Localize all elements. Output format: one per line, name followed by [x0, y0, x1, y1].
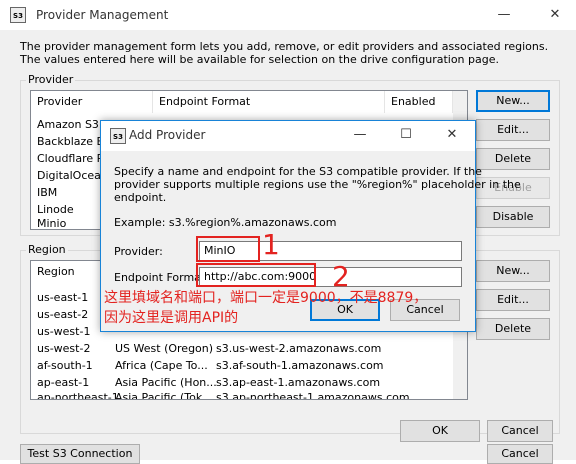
- dialog-minimize-icon[interactable]: —: [345, 124, 375, 146]
- provider-delete-button[interactable]: Delete: [476, 148, 550, 170]
- annotation-box-provider: [196, 236, 260, 262]
- main-title-bar: S3 Provider Management — ✕: [0, 0, 576, 30]
- region-endpoint: s3.us-west-2.amazonaws.com: [216, 342, 382, 355]
- provider-column-header[interactable]: Provider: [31, 91, 153, 113]
- region-name: Africa (Cape To...: [115, 359, 208, 372]
- region-endpoint: s3.af-south-1.amazonaws.com: [216, 359, 384, 372]
- annotation-text-line-1: 这里填域名和端口，端口一定是9000，不是8879，: [104, 290, 428, 306]
- endpoint-column-header[interactable]: Endpoint Format: [153, 91, 385, 113]
- dialog-title-bar: S3 Add Provider — ☐ ✕: [101, 121, 475, 151]
- provider-row[interactable]: DigitalOcean: [37, 167, 108, 184]
- description-line-2: The values entered here will be availabl…: [20, 53, 499, 66]
- region-edit-button[interactable]: Edit...: [476, 289, 550, 311]
- dialog-close-icon[interactable]: ✕: [437, 124, 467, 146]
- description-line-1: The provider management form lets you ad…: [20, 40, 549, 53]
- dialog-description-1: Specify a name and endpoint for the S3 c…: [114, 165, 482, 178]
- enabled-column-header[interactable]: Enabled: [385, 91, 453, 113]
- dialog-description-2: provider supports multiple regions use t…: [114, 178, 521, 191]
- region-new-button[interactable]: New...: [476, 260, 550, 282]
- provider-new-button[interactable]: New...: [476, 90, 550, 112]
- annotation-number-1: 1: [262, 228, 280, 261]
- provider-row[interactable]: Minio: [37, 215, 66, 229]
- region-name: US West (Oregon): [115, 342, 214, 355]
- region-column-header[interactable]: Region: [31, 261, 109, 283]
- dialog-example: Example: s3.%region%.amazonaws.com: [114, 216, 337, 229]
- annotation-text-line-2: 因为这里是调用API的: [104, 310, 239, 326]
- provider-row[interactable]: IBM: [37, 184, 57, 201]
- provider-row[interactable]: Amazon S3: [37, 116, 99, 133]
- minimize-icon[interactable]: —: [489, 4, 519, 26]
- provider-disable-button[interactable]: Disable: [476, 206, 550, 228]
- region-group-label: Region: [26, 243, 68, 256]
- provider-field-label: Provider:: [114, 245, 163, 258]
- region-endpoint: s3.ap-northeast-1.amazonaws.com: [216, 391, 410, 400]
- provider-group-label: Provider: [26, 73, 76, 86]
- region-delete-button[interactable]: Delete: [476, 318, 550, 340]
- window-title: Provider Management: [36, 8, 169, 22]
- region-row[interactable]: ap-northeast-1: [37, 389, 119, 399]
- dialog-description-3: endpoint.: [114, 191, 167, 204]
- annotation-box-endpoint: [196, 263, 316, 287]
- main-cancel-button[interactable]: Cancel: [487, 420, 553, 442]
- close-icon[interactable]: ✕: [540, 4, 570, 26]
- region-row[interactable]: us-east-1: [37, 289, 88, 306]
- app-icon: S3: [10, 7, 26, 23]
- region-row[interactable]: us-west-2: [37, 340, 90, 357]
- provider-edit-button[interactable]: Edit...: [476, 119, 550, 141]
- region-row[interactable]: us-east-2: [37, 306, 88, 323]
- region-row[interactable]: af-south-1: [37, 357, 93, 374]
- secondary-cancel-button[interactable]: Cancel: [487, 444, 553, 464]
- main-ok-button[interactable]: OK: [400, 420, 480, 442]
- test-connection-button[interactable]: Test S3 Connection: [20, 444, 140, 464]
- dialog-app-icon: S3: [110, 128, 126, 144]
- region-row[interactable]: us-west-1: [37, 323, 90, 340]
- dialog-maximize-icon[interactable]: ☐: [391, 124, 421, 146]
- endpoint-field-label: Endpoint Format:: [114, 271, 209, 284]
- dialog-title: Add Provider: [129, 128, 206, 142]
- region-name: Asia Pacific (Tok...: [115, 391, 213, 400]
